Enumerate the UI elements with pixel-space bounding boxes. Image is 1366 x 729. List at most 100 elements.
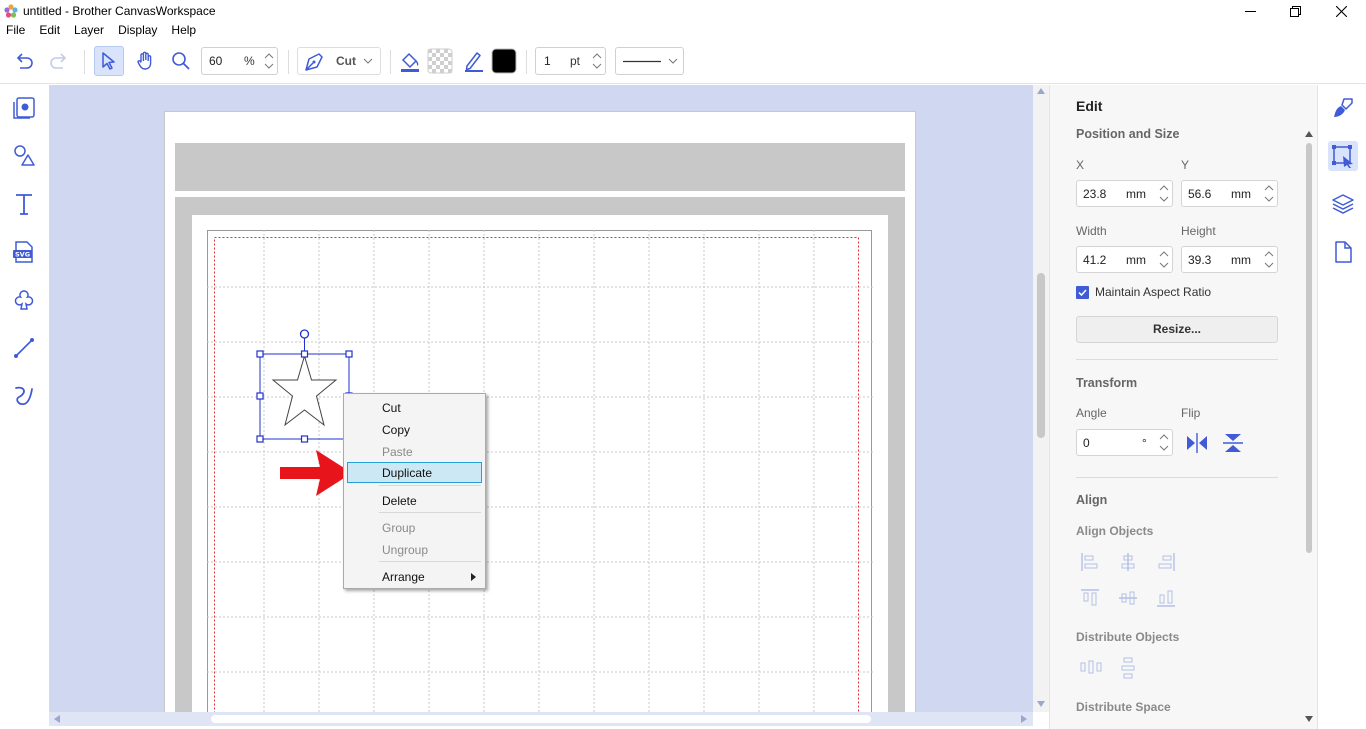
chevron-down-icon [363,58,373,64]
align-top-icon [1081,589,1099,606]
restore-button[interactable] [1272,0,1318,22]
hand-tool-button[interactable] [130,46,160,76]
edit-panel-title: Edit [1076,98,1103,114]
context-menu: Cut Copy Paste Duplicate Delete Group Un… [343,393,486,589]
vertical-scroll-thumb[interactable] [1037,273,1045,438]
svg-text:SVG: SVG [15,251,30,259]
submenu-arrow-icon [471,573,476,581]
line-width-stepper[interactable]: 1 pt [535,47,606,75]
pencil-icon [465,52,483,72]
maintain-aspect-label: Maintain Aspect Ratio [1095,285,1212,299]
flip-horizontal-icon[interactable] [1185,433,1209,453]
layers-tab[interactable] [1328,189,1358,219]
line-style-dropdown[interactable] [615,47,684,75]
vertical-scrollbar[interactable] [1033,85,1049,712]
ctx-delete[interactable]: Delete [347,490,482,511]
ctx-cut[interactable]: Cut [347,397,482,418]
stepper-arrows-icon[interactable] [1261,181,1277,206]
line-color-swatch[interactable] [489,46,519,76]
line-tool-button[interactable] [10,334,38,362]
page-tab[interactable] [1328,237,1358,267]
templates-button[interactable] [10,94,38,122]
edit-tab[interactable] [1328,141,1358,171]
width-label: Width [1076,224,1107,238]
maintain-aspect-checkbox[interactable] [1076,286,1089,299]
align-center-icon [1121,553,1135,571]
ctx-copy[interactable]: Copy [347,419,482,440]
angle-field[interactable]: 0 ° [1076,429,1173,456]
scroll-left-icon[interactable] [54,715,60,723]
title-bar: untitled - Brother CanvasWorkspace [0,0,1366,22]
text-tool-button[interactable] [10,190,38,218]
scroll-right-icon[interactable] [1021,715,1027,723]
rotate-handle[interactable] [299,329,310,339]
select-tool-button[interactable] [94,46,124,76]
mode-dropdown[interactable]: Cut [297,47,381,75]
ctx-separator [379,561,481,562]
stepper-arrows-icon[interactable] [1156,430,1172,455]
stepper-arrows-icon[interactable] [1261,247,1277,272]
toolbar-divider [288,50,289,74]
section-divider [1076,359,1278,360]
layers-icon [1332,194,1354,214]
zoom-unit: % [244,54,255,68]
close-button[interactable] [1318,0,1364,22]
undo-button[interactable] [9,46,39,76]
x-field[interactable]: 23.8 mm [1076,180,1173,207]
solid-line-icon [623,60,661,63]
resize-button[interactable]: Resize... [1076,316,1278,343]
angle-value: 0 [1083,436,1090,450]
hand-icon [137,51,152,70]
ctx-separator [379,485,481,486]
ctx-arrange[interactable]: Arrange [347,566,482,587]
transform-select-icon [1332,145,1353,168]
fill-color-button[interactable] [395,46,425,76]
distribute-horizontal-icon [1080,660,1102,674]
redo-icon [50,53,67,69]
stepper-arrows-icon[interactable] [1156,181,1172,206]
y-value: 56.6 [1188,187,1212,201]
line-width-value: 1 [544,54,551,68]
close-icon [1335,5,1347,17]
ctx-group: Group [382,521,416,535]
menu-file[interactable]: File [0,22,32,40]
line-tool-icon [14,338,34,358]
scroll-up-icon[interactable] [1037,88,1045,94]
stepper-arrows-icon[interactable] [261,48,277,74]
menu-layer[interactable]: Layer [67,22,111,40]
svg-import-button[interactable]: SVG [10,238,38,266]
horizontal-scroll-thumb[interactable] [211,715,871,723]
canvas-area[interactable] [49,85,1033,712]
ctx-paste: Paste [382,445,413,459]
freehand-tool-button[interactable] [10,382,38,410]
panel-scroll-up-icon[interactable] [1305,131,1313,137]
club-shape-icon [14,290,34,310]
line-color-button[interactable] [459,46,489,76]
horizontal-scrollbar[interactable] [49,712,1033,726]
stepper-arrows-icon[interactable] [589,48,605,74]
fill-none-swatch[interactable] [425,46,455,76]
stepper-arrows-icon[interactable] [1156,247,1172,272]
height-field[interactable]: 39.3 mm [1181,246,1278,273]
menu-edit[interactable]: Edit [32,22,67,40]
panel-scroll-down-icon[interactable] [1305,716,1313,722]
panel-scroll-thumb[interactable] [1306,143,1312,553]
flip-vertical-icon[interactable] [1221,433,1245,453]
zoom-tool-button[interactable] [166,46,196,76]
undo-icon [16,53,33,69]
menu-help[interactable]: Help [164,22,203,40]
ctx-duplicate[interactable]: Duplicate [347,462,482,483]
scroll-down-icon[interactable] [1037,701,1045,707]
redo-button[interactable] [44,46,74,76]
transparent-swatch-icon [427,48,453,74]
minimize-icon [1244,10,1256,12]
y-field[interactable]: 56.6 mm [1181,180,1278,207]
zoom-stepper[interactable]: 60 % [201,47,278,75]
attributes-tab[interactable] [1328,93,1358,123]
ctx-ungroup: Ungroup [382,543,429,557]
width-field[interactable]: 41.2 mm [1076,246,1173,273]
minimize-button[interactable] [1227,0,1273,22]
pattern-library-button[interactable] [10,286,38,314]
menu-display[interactable]: Display [111,22,164,40]
shapes-button[interactable] [10,142,38,170]
